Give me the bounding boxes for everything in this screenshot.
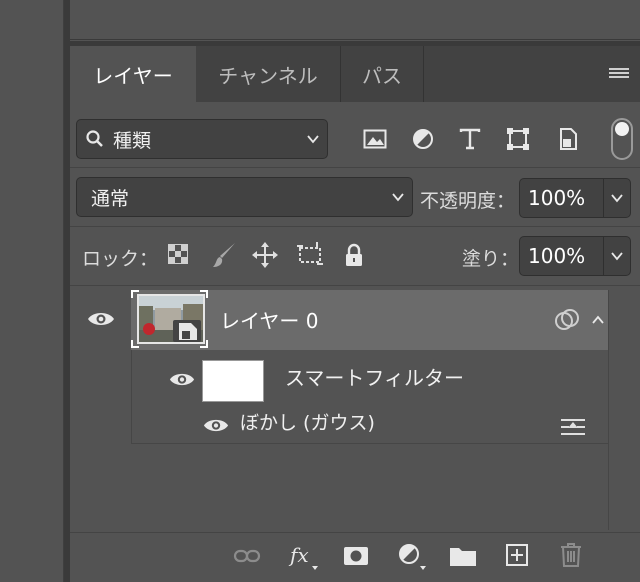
tab-paths[interactable]: パス: [341, 46, 423, 102]
filter-name[interactable]: ぼかし (ガウス): [240, 408, 375, 435]
lock-label: ロック：: [82, 248, 159, 270]
smart-object-filter-icon[interactable]: [553, 124, 583, 154]
lock-all-icon[interactable]: [341, 240, 367, 270]
tab-layers[interactable]: レイヤー: [70, 46, 196, 102]
layer-thumbnail[interactable]: [137, 294, 205, 344]
toggle-knob: [615, 122, 629, 136]
fx-icon[interactable]: fx: [286, 540, 320, 572]
thumbnail-corner: [131, 340, 139, 348]
blend-mode-select[interactable]: 通常: [76, 177, 413, 217]
new-layer-icon[interactable]: [502, 540, 532, 570]
adjustment-filter-icon[interactable]: [408, 124, 438, 154]
type-filter-icon[interactable]: [455, 124, 485, 154]
layer-name[interactable]: レイヤー 0: [220, 305, 318, 334]
fill-label: 塗り：: [462, 248, 520, 270]
lock-transparent-pixels-icon[interactable]: [166, 242, 190, 266]
chevron-down-icon: [299, 132, 327, 146]
shape-filter-icon[interactable]: [503, 124, 533, 154]
lock-image-pixels-icon[interactable]: [210, 240, 238, 270]
chevron-up-icon[interactable]: [588, 310, 608, 330]
link-icon[interactable]: [232, 542, 262, 570]
opacity-label: 不透明度：: [420, 190, 516, 212]
left-panel-area: [0, 0, 64, 582]
chevron-down-icon[interactable]: [604, 179, 630, 217]
search-icon: [77, 119, 113, 159]
opacity-value[interactable]: 100%: [520, 179, 605, 217]
thumbnail-corner: [200, 340, 208, 348]
fill-value[interactable]: 100%: [520, 237, 605, 275]
new-adjustment-icon[interactable]: [394, 540, 428, 572]
panel-menu-icon[interactable]: [606, 60, 632, 86]
lock-position-icon[interactable]: [251, 240, 279, 270]
thumbnail-corner: [131, 290, 139, 298]
tab-channels[interactable]: チャンネル: [196, 46, 340, 102]
thumbnail-corner: [200, 290, 208, 298]
filter-toggle[interactable]: [611, 118, 633, 160]
eye-icon[interactable]: [166, 367, 198, 391]
smart-filter-mask-thumbnail[interactable]: [202, 360, 264, 402]
row-divider: [70, 226, 640, 227]
image-filter-icon[interactable]: [360, 124, 390, 154]
layer-filter-kind-select[interactable]: 種類: [76, 119, 328, 159]
fill-field[interactable]: 100%: [519, 236, 631, 276]
lock-artboard-icon[interactable]: [295, 240, 325, 270]
filter-blending-options-icon[interactable]: [558, 414, 588, 440]
eye-icon[interactable]: [200, 413, 232, 437]
chevron-down-icon[interactable]: [604, 237, 630, 275]
layers-scrollbar[interactable]: [608, 290, 640, 530]
upper-panel: [70, 0, 640, 40]
mask-icon[interactable]: [341, 542, 371, 570]
smart-filter-label[interactable]: スマートフィルター: [285, 362, 464, 391]
opacity-field[interactable]: 100%: [519, 178, 631, 218]
svg-text:fx: fx: [288, 543, 309, 567]
chevron-down-icon: [384, 190, 412, 204]
smart-filter-blend-icon[interactable]: [553, 306, 581, 334]
tab-separator: [423, 46, 424, 102]
row-divider: [70, 167, 640, 168]
trash-icon[interactable]: [556, 540, 586, 570]
eye-icon[interactable]: [84, 305, 118, 333]
folder-icon[interactable]: [448, 542, 478, 570]
row-divider: [70, 285, 640, 286]
